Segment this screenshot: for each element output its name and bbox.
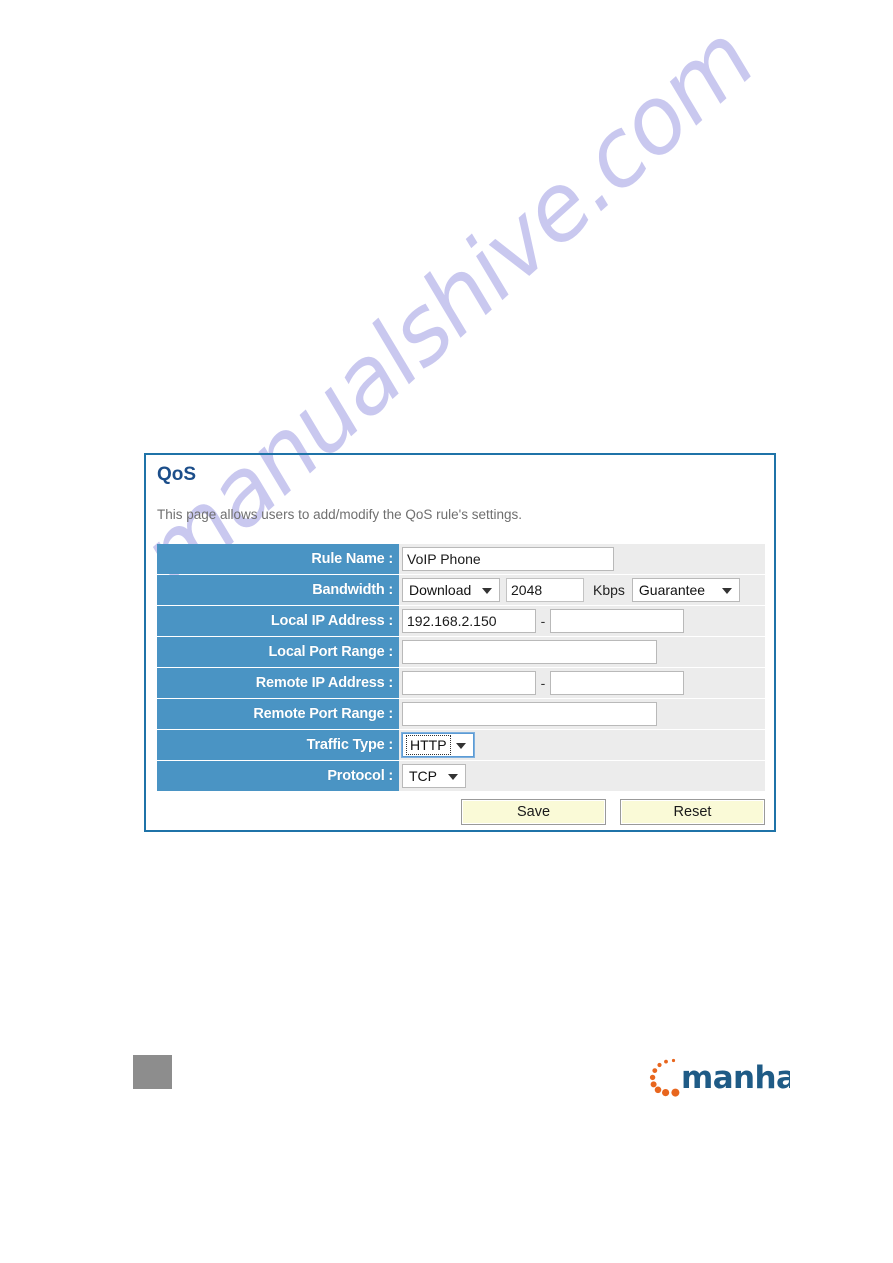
- logo-wordmark: manhattan: [681, 1060, 790, 1096]
- traffic-type-select[interactable]: HTTP: [402, 733, 474, 757]
- row-remote-port-range: Remote Port Range :: [157, 699, 765, 729]
- row-remote-ip-address: Remote IP Address : -: [157, 668, 765, 698]
- page-title: QoS: [157, 464, 197, 485]
- label-remote-port-range: Remote Port Range :: [157, 699, 399, 729]
- bandwidth-direction-value: Download: [409, 582, 472, 598]
- page-description: This page allows users to add/modify the…: [157, 507, 523, 522]
- row-local-port-range: Local Port Range :: [157, 637, 765, 667]
- traffic-type-value: HTTP: [406, 735, 451, 755]
- remote-port-range-input[interactable]: [402, 702, 657, 726]
- bandwidth-mode-value: Guarantee: [638, 582, 706, 598]
- label-protocol: Protocol :: [157, 761, 399, 791]
- qos-settings-panel: QoS This page allows users to add/modify…: [144, 453, 776, 832]
- bandwidth-mode-select[interactable]: Guarantee: [631, 578, 740, 602]
- manhattan-logo-icon: manhattan: [649, 1058, 867, 1097]
- row-rule-name: Rule Name :: [157, 544, 765, 574]
- local-ip-range-separator: -: [540, 613, 546, 629]
- fields-local-port-range: [399, 637, 765, 667]
- manhattan-logo: manhattan: [645, 1050, 867, 1102]
- remote-ip-range-separator: -: [540, 675, 546, 691]
- local-ip-start-input[interactable]: [402, 609, 536, 633]
- chevron-down-icon: [482, 588, 492, 594]
- fields-remote-ip-address: -: [399, 668, 765, 698]
- local-port-range-input[interactable]: [402, 640, 657, 664]
- bandwidth-unit-label: Kbps: [593, 582, 625, 598]
- form-actions: Save Reset: [157, 792, 765, 828]
- label-rule-name: Rule Name :: [157, 544, 399, 574]
- fields-bandwidth: Download Kbps Guarantee: [399, 575, 765, 605]
- protocol-value: TCP: [409, 768, 437, 784]
- chevron-down-icon: [456, 743, 466, 749]
- label-traffic-type: Traffic Type :: [157, 730, 399, 760]
- chevron-down-icon: [448, 774, 458, 780]
- label-local-ip-address: Local IP Address :: [157, 606, 399, 636]
- fields-protocol: TCP: [399, 761, 765, 791]
- fields-traffic-type: HTTP: [399, 730, 765, 760]
- rule-name-input[interactable]: [402, 547, 614, 571]
- qos-rule-form: Rule Name : Bandwidth : Download Kbps Gu…: [157, 544, 765, 828]
- protocol-select[interactable]: TCP: [402, 764, 466, 788]
- row-protocol: Protocol : TCP: [157, 761, 765, 791]
- page-number-block: [133, 1055, 172, 1089]
- remote-ip-end-input[interactable]: [550, 671, 684, 695]
- bandwidth-rate-input[interactable]: [506, 578, 584, 602]
- reset-button[interactable]: Reset: [620, 799, 765, 825]
- chevron-down-icon: [721, 588, 732, 594]
- row-traffic-type: Traffic Type : HTTP: [157, 730, 765, 760]
- row-local-ip-address: Local IP Address : -: [157, 606, 765, 636]
- label-remote-ip-address: Remote IP Address :: [157, 668, 399, 698]
- remote-ip-start-input[interactable]: [402, 671, 536, 695]
- fields-rule-name: [399, 544, 765, 574]
- bandwidth-direction-select[interactable]: Download: [402, 578, 500, 602]
- local-ip-end-input[interactable]: [550, 609, 684, 633]
- fields-remote-port-range: [399, 699, 765, 729]
- save-button[interactable]: Save: [461, 799, 606, 825]
- label-bandwidth: Bandwidth :: [157, 575, 399, 605]
- row-bandwidth: Bandwidth : Download Kbps Guarantee: [157, 575, 765, 605]
- label-local-port-range: Local Port Range :: [157, 637, 399, 667]
- logo-dots: [649, 1058, 680, 1097]
- fields-local-ip-address: -: [399, 606, 765, 636]
